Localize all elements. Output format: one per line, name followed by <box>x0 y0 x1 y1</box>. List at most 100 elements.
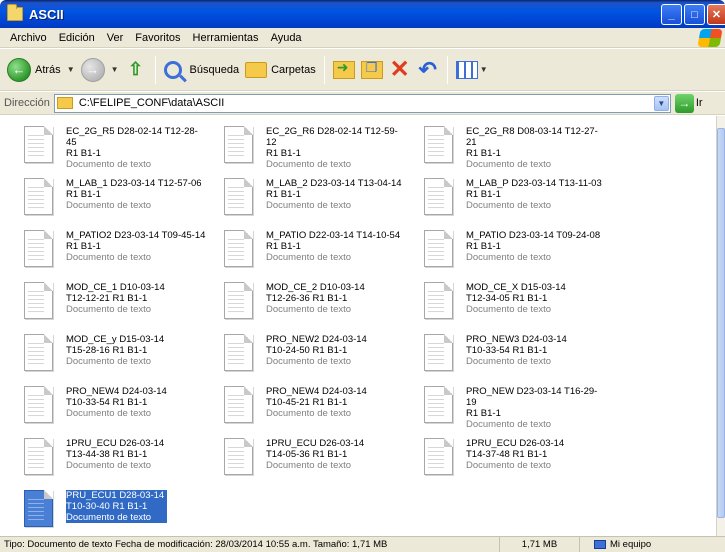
text-document-icon <box>424 178 453 215</box>
file-name-line2: T10-30-40 R1 B1-1 <box>66 501 148 512</box>
file-label: PRO_NEW2 D24-03-14 T10-24-50 R1 B1-1 Docum… <box>266 334 406 367</box>
file-item[interactable]: 1PRU_ECU D26-03-14 T13-44-38 R1 B1-1 Docum… <box>0 438 200 488</box>
move-to-button[interactable] <box>330 53 358 87</box>
address-dropdown-icon[interactable]: ▼ <box>653 95 669 111</box>
toolbar-separator <box>323 55 325 84</box>
file-item[interactable]: 1PRU_ECU D26-03-14 T14-05-36 R1 B1-1 Docum… <box>200 438 400 488</box>
file-type: Documento de texto <box>66 159 152 170</box>
file-item[interactable]: M_PATIO2 D23-03-14 T09-45-14 R1 B1-1 Docum… <box>0 230 205 280</box>
up-button[interactable]: ⇧ <box>122 53 150 87</box>
file-name-line1: MOD_CE_2 D10-03-14 <box>266 282 365 293</box>
file-type: Documento de texto <box>66 200 152 211</box>
file-label: 1PRU_ECU D26-03-14 T14-05-36 R1 B1-1 Docum… <box>266 438 406 471</box>
status-details: Tipo: Documento de texto Fecha de modifi… <box>0 536 500 552</box>
file-name-line1: 1PRU_ECU D26-03-14 <box>266 438 365 449</box>
address-input[interactable]: C:\FELIPE_CONF\data\ASCII ▼ <box>53 93 671 113</box>
text-document-icon <box>424 334 453 371</box>
file-item[interactable]: PRO_NEW D23-03-14 T16-29-19 R1 B1-1 Docume… <box>400 386 600 436</box>
undo-icon: ↶ <box>418 56 437 82</box>
file-item[interactable]: PRO_NEW4 D24-03-14 T10-45-21 R1 B1-1 Docum… <box>200 386 400 436</box>
file-item[interactable]: M_PATIO D23-03-14 T09-24-08 R1 B1-1 Docume… <box>400 230 600 280</box>
file-item[interactable]: M_PATIO D22-03-14 T14-10-54 R1 B1-1 Docume… <box>200 230 400 280</box>
menu-herramientas[interactable]: Herramientas <box>187 32 265 44</box>
file-item[interactable]: EC_2G_R5 D28-02-14 T12-28-45 R1 B1-1 Docum… <box>0 126 200 176</box>
file-item[interactable]: M_LAB_2 D23-03-14 T13-04-14 R1 B1-1 Docume… <box>200 178 402 228</box>
maximize-button[interactable]: □ <box>684 4 705 25</box>
go-button[interactable]: → <box>674 93 694 113</box>
menu-ver[interactable]: Ver <box>101 32 130 44</box>
back-button[interactable]: ← Atrás ▼ <box>4 53 78 87</box>
file-item[interactable]: PRO_NEW4 D24-03-14 T10-33-54 R1 B1-1 Docum… <box>0 386 200 436</box>
forward-dropdown-icon[interactable]: ▼ <box>111 65 119 74</box>
file-name-line1: EC_2G_R5 D28-02-14 T12-28-45 <box>66 126 198 148</box>
status-location: Mi equipo <box>580 537 725 552</box>
windows-logo-icon <box>697 29 723 47</box>
file-item[interactable]: M_LAB_P D23-03-14 T13-11-03 R1 B1-1 Docume… <box>400 178 602 228</box>
file-name-line1: 1PRU_ECU D26-03-14 <box>466 438 565 449</box>
file-type: Documento de texto <box>466 200 552 211</box>
file-name-line1: MOD_CE_1 D10-03-14 <box>66 282 165 293</box>
text-document-icon <box>424 126 453 163</box>
folders-icon <box>245 61 268 78</box>
close-button[interactable]: ✕ <box>707 4 725 25</box>
file-item[interactable]: MOD_CE_2 D10-03-14 T12-26-36 R1 B1-1 Docum… <box>200 282 400 332</box>
file-label: PRO_NEW4 D24-03-14 T10-45-21 R1 B1-1 Docum… <box>266 386 406 419</box>
file-item[interactable]: 1PRU_ECU D26-03-14 T14-37-48 R1 B1-1 Docum… <box>400 438 600 488</box>
address-label: Dirección <box>4 97 50 109</box>
file-name-line1: M_PATIO D22-03-14 T14-10-54 <box>266 230 401 241</box>
text-document-icon <box>424 438 453 475</box>
file-label: M_LAB_2 D23-03-14 T13-04-14 R1 B1-1 Docume… <box>266 178 406 211</box>
file-item[interactable]: EC_2G_R8 D08-03-14 T12-27-21 R1 B1-1 Docum… <box>400 126 600 176</box>
menu-edicion[interactable]: Edición <box>53 32 101 44</box>
search-icon <box>163 60 182 79</box>
menu-ayuda[interactable]: Ayuda <box>265 32 308 44</box>
text-document-icon <box>24 126 53 163</box>
search-button[interactable]: Búsqueda <box>161 53 243 87</box>
menu-favoritos[interactable]: Favoritos <box>129 32 186 44</box>
file-label: MOD_CE_2 D10-03-14 T12-26-36 R1 B1-1 Docum… <box>266 282 406 315</box>
back-dropdown-icon[interactable]: ▼ <box>67 65 75 74</box>
file-name-line1: M_PATIO2 D23-03-14 T09-45-14 <box>66 230 206 241</box>
file-type: Documento de texto <box>466 252 552 263</box>
vertical-scrollbar[interactable] <box>716 116 725 536</box>
file-name-line1: MOD_CE_y D15-03-14 <box>66 334 165 345</box>
file-name-line2: T10-33-54 R1 B1-1 <box>466 345 548 356</box>
file-item[interactable]: PRO_NEW3 D24-03-14 T10-33-54 R1 B1-1 Docum… <box>400 334 600 384</box>
scrollbar-thumb[interactable] <box>717 128 725 518</box>
file-name-line1: EC_2G_R8 D08-03-14 T12-27-21 <box>466 126 598 148</box>
file-type: Documento de texto <box>266 159 352 170</box>
menu-archivo[interactable]: Archivo <box>4 32 53 44</box>
minimize-button[interactable]: _ <box>661 4 682 25</box>
menu-bar: Archivo Edición Ver Favoritos Herramient… <box>0 28 725 48</box>
file-item[interactable]: MOD_CE_1 D10-03-14 T12-12-21 R1 B1-1 Docum… <box>0 282 200 332</box>
file-item[interactable]: PRU_ECU1 D28-03-14 T10-30-40 R1 B1-1 Docum… <box>0 490 200 536</box>
file-type: Documento de texto <box>266 200 352 211</box>
undo-button[interactable]: ↶ <box>414 53 442 87</box>
go-label[interactable]: Ir <box>696 97 703 109</box>
search-label: Búsqueda <box>189 63 240 76</box>
file-item[interactable]: PRO_NEW2 D24-03-14 T10-24-50 R1 B1-1 Docum… <box>200 334 400 384</box>
views-icon <box>455 60 478 79</box>
file-label: EC_2G_R8 D08-03-14 T12-27-21 R1 B1-1 Docum… <box>466 126 606 170</box>
file-item[interactable]: EC_2G_R6 D28-02-14 T12-59-12 R1 B1-1 Docum… <box>200 126 400 176</box>
delete-button[interactable]: ✕ <box>386 53 414 87</box>
file-item[interactable]: MOD_CE_X D15-03-14 T12-34-05 R1 B1-1 Docum… <box>400 282 600 332</box>
toolbar: ← Atrás ▼ → ▼ ⇧ Búsqueda Carpetas ✕ ↶ ▼ <box>0 49 725 91</box>
file-item[interactable]: M_LAB_1 D23-03-14 T12-57-06 R1 B1-1 Docume… <box>0 178 202 228</box>
address-bar: Dirección C:\FELIPE_CONF\data\ASCII ▼ → … <box>0 92 725 115</box>
folders-button[interactable]: Carpetas <box>242 53 319 87</box>
file-label: PRO_NEW3 D24-03-14 T10-33-54 R1 B1-1 Docum… <box>466 334 606 367</box>
file-name-line1: PRO_NEW D23-03-14 T16-29-19 <box>466 386 598 408</box>
file-label: MOD_CE_1 D10-03-14 T12-12-21 R1 B1-1 Docum… <box>66 282 206 315</box>
folders-label: Carpetas <box>271 63 316 76</box>
folder-icon <box>7 4 23 21</box>
text-document-icon <box>224 438 253 475</box>
copy-to-button[interactable] <box>358 53 386 87</box>
views-button[interactable]: ▼ <box>453 53 491 87</box>
forward-button[interactable]: → ▼ <box>78 53 122 87</box>
views-dropdown-icon[interactable]: ▼ <box>480 65 488 74</box>
file-item[interactable]: MOD_CE_y D15-03-14 T15-28-16 R1 B1-1 Docum… <box>0 334 200 384</box>
file-name-line1: PRO_NEW2 D24-03-14 <box>266 334 367 345</box>
toolbar-separator <box>446 55 448 84</box>
copy-to-icon <box>360 60 383 79</box>
